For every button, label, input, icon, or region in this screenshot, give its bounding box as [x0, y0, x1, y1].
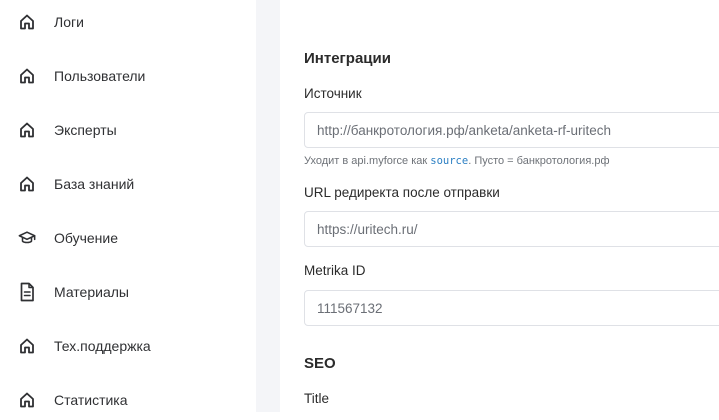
home-icon — [18, 174, 36, 194]
sidebar-item-training[interactable]: Обучение — [0, 218, 256, 258]
sidebar-item-materials[interactable]: Материалы — [0, 272, 256, 312]
sidebar-item-label: База знаний — [54, 176, 135, 192]
document-icon — [18, 282, 36, 302]
integrations-heading: Интеграции — [304, 50, 391, 67]
sidebar-item-users[interactable]: Пользователи — [0, 56, 256, 96]
home-icon — [18, 66, 36, 86]
source-label: Источник — [304, 86, 362, 101]
sidebar-item-experts[interactable]: Эксперты — [0, 110, 256, 150]
source-hint-prefix: Уходит в api.myforce как — [304, 155, 431, 167]
sidebar-item-label: Тех.поддержка — [54, 338, 151, 354]
sidebar: Логи Пользователи Эксперты База знаний О… — [0, 0, 256, 412]
sidebar-item-statistics[interactable]: Статистика — [0, 380, 256, 420]
home-icon — [18, 336, 36, 356]
home-icon — [18, 12, 36, 32]
sidebar-item-label: Статистика — [54, 392, 128, 408]
graduation-cap-icon — [18, 228, 36, 248]
content-gutter — [256, 0, 280, 412]
seo-title-label: Title — [304, 391, 330, 406]
sidebar-item-label: Эксперты — [54, 122, 117, 138]
metrika-id-label: Metrika ID — [304, 263, 366, 278]
sidebar-item-knowledge-base[interactable]: База знаний — [0, 164, 256, 204]
redirect-url-label: URL редиректа после отправки — [304, 185, 500, 200]
source-hint-suffix: . Пусто = банкротология.рф — [468, 155, 610, 167]
main-content: Интеграции Источник Уходит в api.myforce… — [280, 0, 719, 412]
sidebar-item-label: Материалы — [54, 284, 129, 300]
sidebar-item-support[interactable]: Тех.поддержка — [0, 326, 256, 366]
sidebar-item-label: Логи — [54, 14, 84, 30]
seo-heading: SEO — [304, 355, 336, 372]
source-hint-code: source — [430, 155, 469, 167]
redirect-url-input[interactable] — [304, 211, 719, 247]
home-icon — [18, 390, 36, 410]
home-icon — [18, 120, 36, 140]
metrika-id-input[interactable] — [304, 290, 719, 326]
source-hint: Уходит в api.myforce как source. Пусто =… — [304, 155, 610, 167]
sidebar-item-label: Обучение — [54, 230, 119, 246]
sidebar-item-logs[interactable]: Логи — [0, 2, 256, 42]
source-input[interactable] — [304, 112, 719, 148]
sidebar-item-label: Пользователи — [54, 68, 146, 84]
